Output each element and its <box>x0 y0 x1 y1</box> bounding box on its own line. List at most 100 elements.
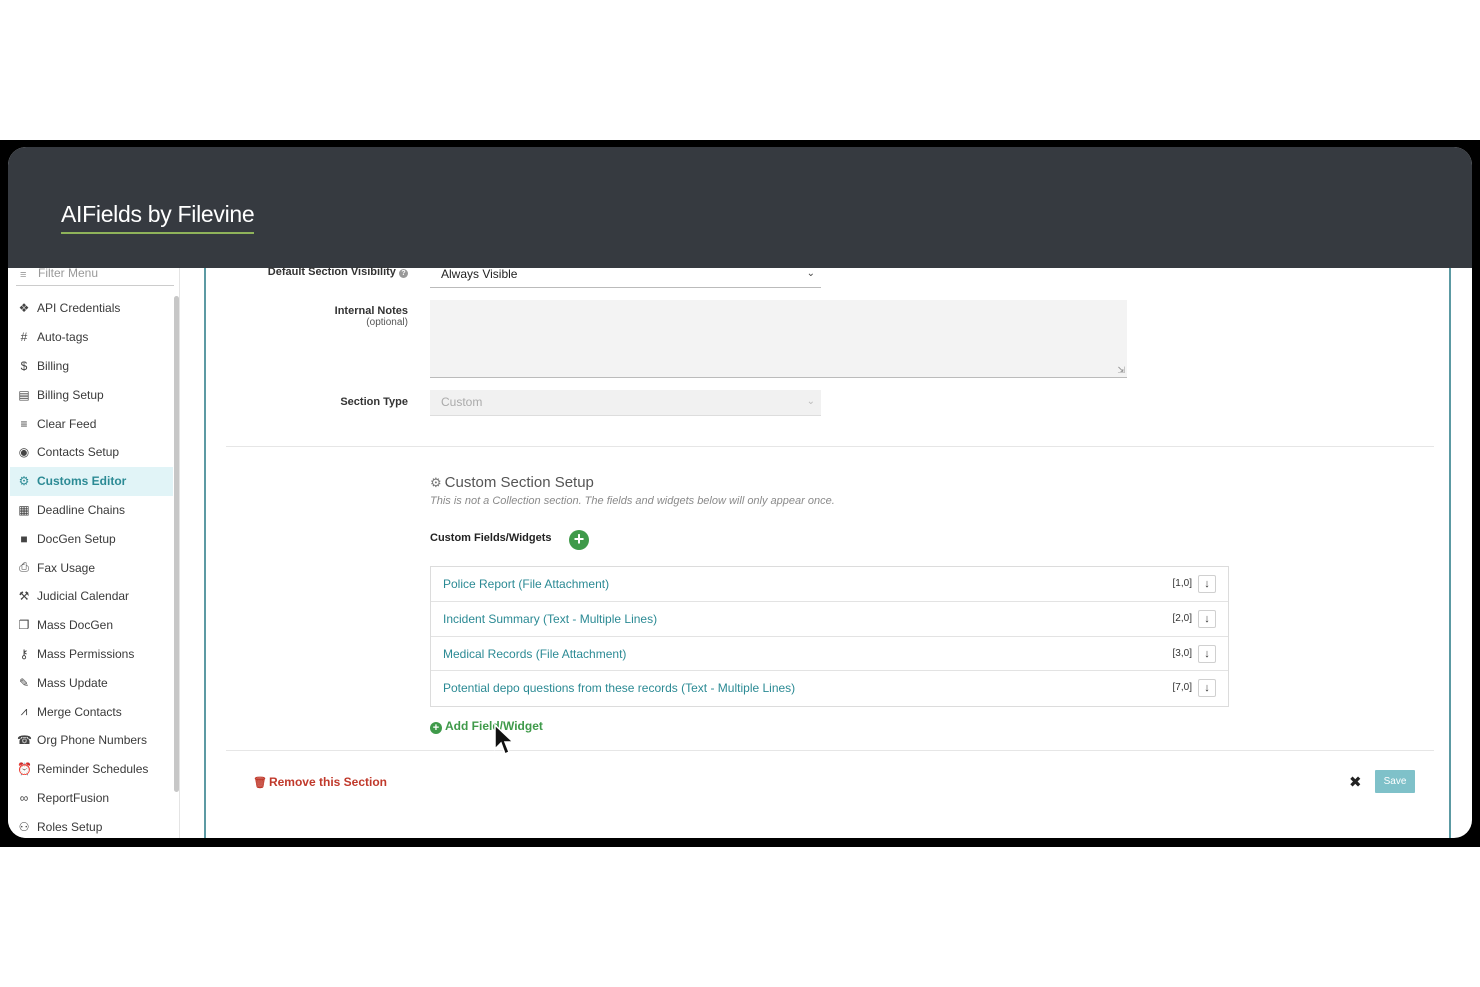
sidebar-item-label: Judicial Calendar <box>37 589 130 604</box>
field-row: Police Report (File Attachment) [1,0] ↓ <box>431 567 1228 602</box>
sidebar-item-reportfusion[interactable]: ∞ ReportFusion <box>10 784 173 813</box>
sidebar-item-mass-permissions[interactable]: ⚷ Mass Permissions <box>10 640 173 669</box>
help-icon[interactable]: ? <box>399 269 408 278</box>
divider <box>226 750 1434 751</box>
field-position: [3,0] <box>1172 647 1192 659</box>
divider <box>226 446 1434 447</box>
save-button[interactable]: Save <box>1375 770 1415 793</box>
dollar-icon: $ <box>20 358 28 373</box>
notes-label-text: Internal Notes <box>334 305 408 317</box>
merge-icon: ⩘ <box>20 704 28 719</box>
notes-optional: (optional) <box>366 317 408 328</box>
main-panel: Default Section Visibility ? Always Visi… <box>204 266 1451 838</box>
sidebar-scrollbar[interactable] <box>174 296 179 792</box>
sidebar-item-customs-editor[interactable]: ⚙ Customs Editor <box>10 466 173 496</box>
sidebar-item-reminder-schedules[interactable]: ⏰ Reminder Schedules <box>10 755 173 784</box>
sidebar-item-label: Reminder Schedules <box>37 762 149 777</box>
sidebar-item-label: API Credentials <box>37 301 121 316</box>
gear-icon: ⚙ <box>18 474 30 489</box>
sidebar: ≡ Filter Menu ❖ API Credentials # Auto-tags… <box>8 268 180 838</box>
setup-title-text: Custom Section Setup <box>444 474 594 491</box>
sidebar-item-label: Mass DocGen <box>37 618 114 633</box>
resize-grip-icon[interactable]: ⇲ <box>1117 365 1125 376</box>
sidebar-item-billing-setup[interactable]: ▤ Billing Setup <box>10 380 173 409</box>
field-link[interactable]: Medical Records (File Attachment) <box>443 647 626 661</box>
sidebar-item-label: Roles Setup <box>37 819 103 834</box>
field-link[interactable]: Police Report (File Attachment) <box>443 577 609 591</box>
fields-list: Police Report (File Attachment) [1,0] ↓ Inc… <box>430 566 1229 707</box>
field-row: Potential depo questions from these reco… <box>431 671 1228 706</box>
sidebar-item-label: Mass Update <box>37 675 108 690</box>
sidebar-item-label: Org Phone Numbers <box>37 733 148 748</box>
close-icon[interactable]: ✖ <box>1349 773 1362 791</box>
visibility-label-text: Default Section Visibility <box>267 266 396 278</box>
sidebar-item-org-phone-numbers[interactable]: ☎ Org Phone Numbers <box>10 726 173 755</box>
sidebar-item-label: Mass Permissions <box>37 646 135 661</box>
sidebar-item-mass-update[interactable]: ✎ Mass Update <box>10 668 173 697</box>
gear-icon: ⚙ <box>430 475 442 490</box>
move-down-arrow-icon[interactable]: ↓ <box>1198 609 1216 628</box>
sidebar-item-mass-docgen[interactable]: ❐ Mass DocGen <box>10 611 173 640</box>
document-icon: ■ <box>20 531 28 546</box>
visibility-label: Default Section Visibility ? <box>268 266 408 278</box>
sidebar-item-fax-usage[interactable]: ⎙ Fax Usage <box>10 553 173 582</box>
field-position: [1,0] <box>1172 578 1192 589</box>
field-link[interactable]: Potential depo questions from these reco… <box>443 681 795 695</box>
visibility-select[interactable]: Always Visible ⌄ <box>430 262 821 288</box>
add-field-widget-link[interactable]: + Add Field/Widget <box>430 719 543 734</box>
sidebar-item-merge-contacts[interactable]: ⩘ Merge Contacts <box>10 697 173 726</box>
sidebar-item-label: Auto-tags <box>37 330 89 345</box>
sidebar-item-clear-feed[interactable]: ≡ Clear Feed <box>10 409 173 438</box>
move-down-arrow-icon[interactable]: ↓ <box>1198 679 1216 698</box>
field-position: [2,0] <box>1172 612 1192 624</box>
sidebar-item-deadline-chains[interactable]: ▦ Deadline Chains <box>10 496 173 525</box>
sidebar-item-label: ReportFusion <box>37 790 110 805</box>
sidebar-item-label: Customs Editor <box>37 474 127 489</box>
sidebar-item-label: Clear Feed <box>37 416 97 431</box>
mouse-cursor-icon <box>494 724 514 756</box>
roles-icon: ⚇ <box>18 819 30 834</box>
person-icon: ◉ <box>18 445 30 460</box>
sidebar-item-roles-setup[interactable]: ⚇ Roles Setup <box>10 812 173 838</box>
sidebar-item-billing[interactable]: $ Billing <box>10 352 173 381</box>
field-row: Medical Records (File Attachment) [3,0] ↓ <box>431 637 1228 672</box>
add-field-plus-button[interactable]: + <box>569 530 589 550</box>
clear-icon: ≡ <box>20 416 28 431</box>
remove-section-link[interactable]: 🗑 Remove this Section <box>253 775 387 789</box>
sidebar-item-label: Billing Setup <box>37 387 104 402</box>
alarm-icon: ⏰ <box>17 762 32 777</box>
setup-description: This is not a Collection section. The fi… <box>430 495 835 507</box>
move-down-arrow-icon[interactable]: ↓ <box>1198 575 1216 593</box>
notes-label: Internal Notes (optional) <box>335 305 408 328</box>
section-type-select: Custom ⌄ <box>430 390 821 416</box>
sidebar-item-judicial-calendar[interactable]: ⚒ Judicial Calendar <box>10 582 173 611</box>
sidebar-item-docgen-setup[interactable]: ■ DocGen Setup <box>10 524 173 553</box>
trash-icon: 🗑 <box>253 777 267 789</box>
field-position: [7,0] <box>1172 682 1192 694</box>
chevron-down-icon: ⌄ <box>806 268 815 279</box>
internal-notes-textarea[interactable]: ⇲ <box>430 300 1127 378</box>
section-type-value: Custom <box>441 395 483 409</box>
key-icon: ⚷ <box>19 646 29 661</box>
sidebar-item-auto-tags[interactable]: # Auto-tags <box>10 323 173 352</box>
sidebar-item-label: Deadline Chains <box>37 502 126 517</box>
chevron-down-icon: ⌄ <box>806 396 815 407</box>
field-row: Incident Summary (Text - Multiple Lines)… <box>431 602 1228 637</box>
filter-icon: ≡ <box>20 269 27 281</box>
receipt-icon: ▤ <box>18 387 30 402</box>
setup-title: ⚙ Custom Section Setup <box>430 474 594 491</box>
app-window: AIFields by Filevine ≡ Filter Menu ❖ API … <box>8 147 1472 838</box>
sidebar-item-contacts-setup[interactable]: ◉ Contacts Setup <box>10 438 173 467</box>
sidebar-item-label: Fax Usage <box>37 560 96 575</box>
sidebar-item-api-credentials[interactable]: ❖ API Credentials <box>10 294 173 323</box>
remove-section-text: Remove this Section <box>268 775 387 789</box>
top-bar: AIFields by Filevine <box>8 147 1472 268</box>
field-link[interactable]: Incident Summary (Text - Multiple Lines) <box>443 612 657 626</box>
custom-fields-label: Custom Fields/Widgets <box>430 532 552 544</box>
brand-title: AIFields by Filevine <box>61 201 255 234</box>
filter-menu-input[interactable]: ≡ Filter Menu <box>16 268 174 286</box>
api-icon: ❖ <box>18 301 30 316</box>
move-down-arrow-icon[interactable]: ↓ <box>1198 644 1216 663</box>
sidebar-item-label: Billing <box>37 358 70 373</box>
edit-list-icon: ✎ <box>18 675 30 690</box>
